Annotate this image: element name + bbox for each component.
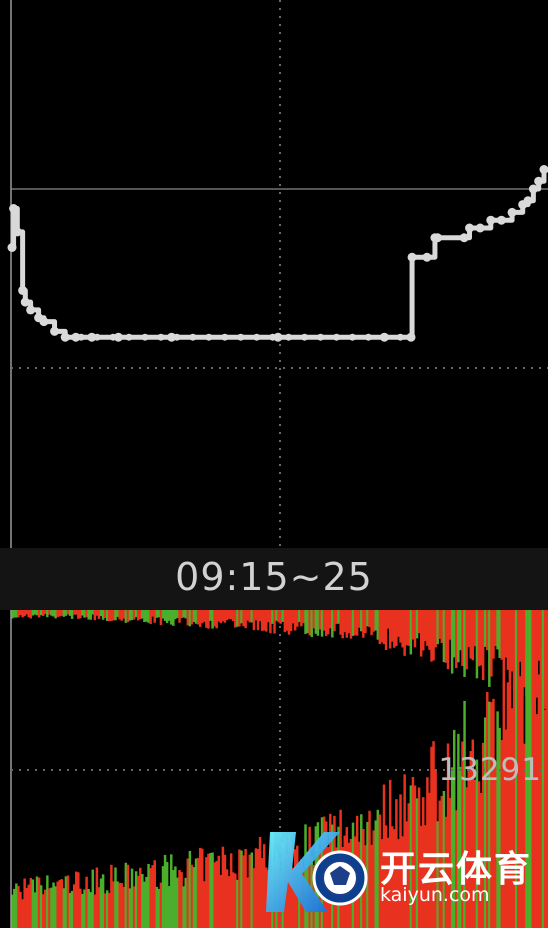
price-point (20, 297, 30, 307)
price-point (465, 223, 475, 233)
price-point (205, 333, 213, 341)
price-point (422, 252, 432, 262)
price-point (157, 333, 165, 341)
price-line (11, 169, 547, 340)
watermark-url-text: kaiyun.com (380, 884, 490, 906)
price-point (26, 305, 36, 315)
price-point (9, 204, 19, 213)
price-point (61, 333, 69, 341)
price-point (406, 332, 416, 342)
price-point (141, 333, 149, 341)
price-point (523, 196, 533, 206)
price-point (496, 215, 506, 225)
price-point (364, 333, 372, 341)
price-point (109, 333, 117, 341)
watermark: 开云体育 kaiyun.com (262, 826, 542, 916)
price-point (528, 184, 538, 194)
price-point (333, 333, 341, 341)
price-point (407, 252, 417, 262)
price-point (189, 333, 197, 341)
price-chart (7, 0, 548, 548)
price-point (93, 333, 101, 341)
price-point (77, 333, 85, 341)
price-point (459, 233, 469, 243)
price-point (18, 285, 28, 295)
price-point (237, 333, 245, 341)
price-point (253, 333, 261, 341)
price-point (433, 233, 443, 243)
price-point (173, 333, 181, 341)
price-point (317, 333, 325, 341)
price-point (12, 227, 22, 237)
price-point (534, 176, 544, 186)
price-chart-panel (0, 0, 548, 548)
price-point (50, 326, 60, 336)
price-point (539, 165, 548, 174)
price-point (301, 333, 309, 341)
price-point (396, 333, 404, 341)
kaiyun-logo-icon (266, 832, 368, 912)
price-point (269, 333, 277, 341)
volume-value-label: 13291 (438, 752, 542, 788)
price-point (507, 207, 517, 217)
price-point (39, 317, 49, 327)
time-range-label: 09:15~25 (175, 555, 373, 599)
price-point (486, 215, 496, 225)
price-point (475, 223, 485, 233)
price-point (221, 333, 229, 341)
price-point (7, 243, 17, 252)
price-point (125, 333, 133, 341)
price-point (348, 333, 356, 341)
price-point (285, 333, 293, 341)
price-point (380, 333, 388, 341)
